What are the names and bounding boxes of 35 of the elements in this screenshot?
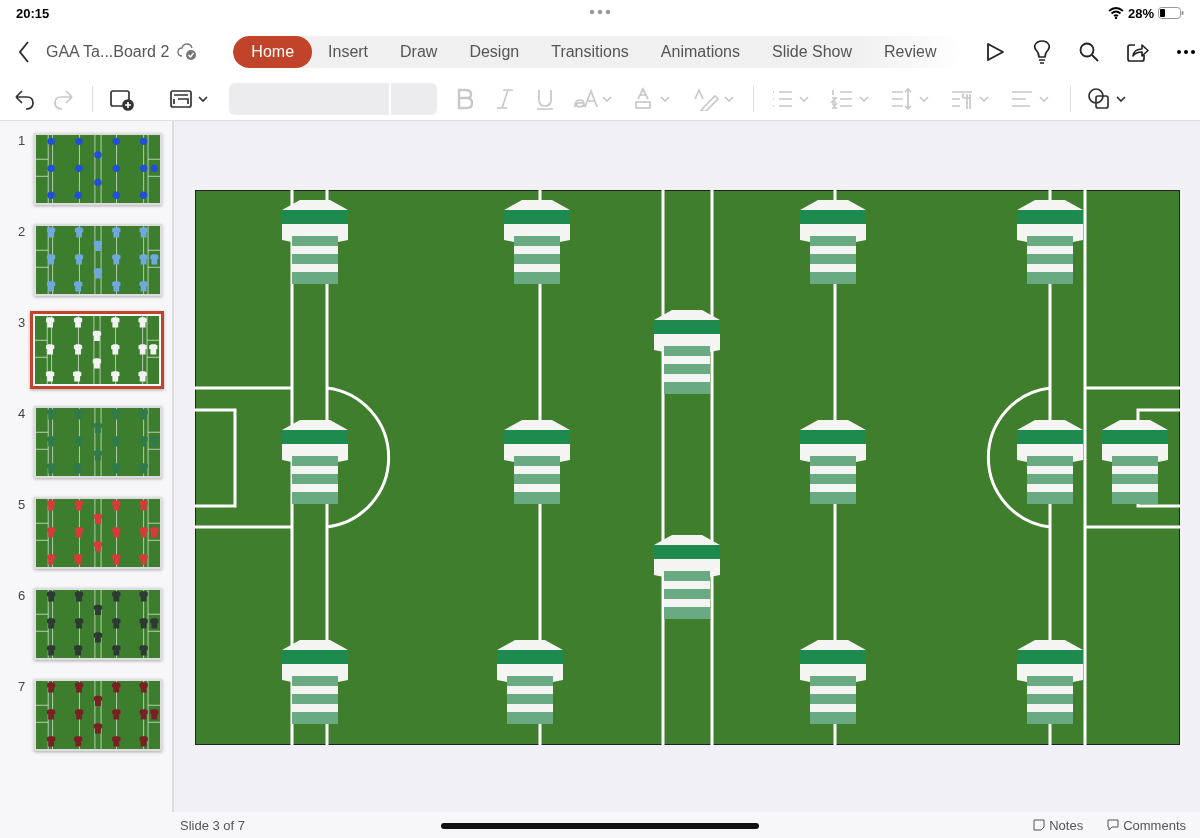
slide-thumbnail[interactable] bbox=[30, 311, 164, 389]
comment-icon bbox=[1107, 819, 1120, 831]
ribbon-tab[interactable]: Review bbox=[868, 36, 953, 68]
share-icon[interactable] bbox=[1127, 42, 1150, 62]
ribbon-tab[interactable]: Animations bbox=[644, 36, 756, 68]
battery-percent: 28% bbox=[1127, 5, 1154, 21]
back-icon[interactable] bbox=[18, 41, 30, 63]
more-icon[interactable] bbox=[1177, 50, 1196, 54]
comments-button[interactable]: Comments bbox=[1101, 816, 1192, 834]
ribbon-tab[interactable]: Draw bbox=[384, 36, 454, 68]
slide-number: 4 bbox=[18, 406, 26, 423]
lightbulb-icon[interactable] bbox=[1033, 40, 1052, 64]
undo-icon[interactable] bbox=[12, 87, 36, 111]
battery-icon bbox=[1158, 7, 1184, 19]
slide-indicator: Slide 3 of 7 bbox=[180, 817, 246, 833]
slide-number: 6 bbox=[18, 588, 26, 605]
more-dots-icon bbox=[589, 9, 611, 15]
clock: 20:15 bbox=[16, 5, 50, 21]
ribbon-tab[interactable]: Design bbox=[453, 36, 536, 68]
notes-button[interactable]: Notes bbox=[1027, 816, 1090, 834]
wifi-icon bbox=[1107, 7, 1124, 19]
document-title[interactable]: GAA Ta...Board 2 bbox=[46, 43, 170, 61]
note-icon bbox=[1033, 819, 1046, 831]
ribbon-tab[interactable]: Transitions bbox=[535, 36, 645, 68]
search-icon[interactable] bbox=[1079, 42, 1100, 62]
ribbon-tab[interactable]: Home bbox=[233, 36, 313, 68]
cloud-check-icon bbox=[177, 43, 198, 61]
ribbon-tab[interactable]: Insert bbox=[312, 36, 385, 68]
slide-number: 1 bbox=[18, 133, 26, 150]
slide-number: 2 bbox=[18, 224, 26, 241]
slide-number: 3 bbox=[18, 315, 26, 332]
slide-number: 5 bbox=[18, 497, 26, 514]
slide-number: 7 bbox=[18, 679, 26, 696]
ribbon-tab[interactable]: Slide Show bbox=[756, 36, 869, 68]
play-icon[interactable] bbox=[985, 42, 1006, 62]
